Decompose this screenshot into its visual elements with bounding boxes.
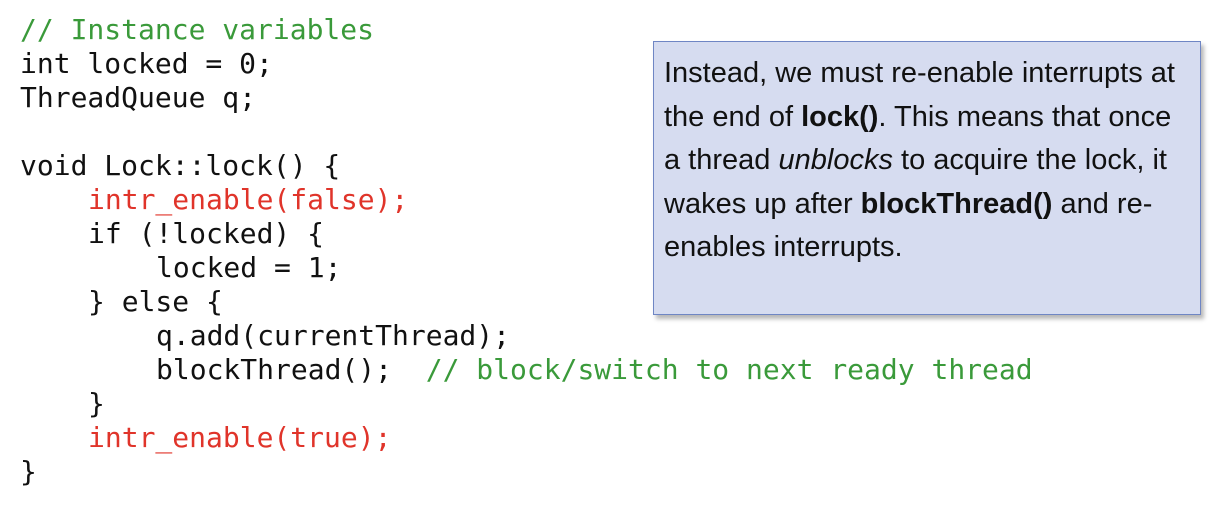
callout-box: Instead, we must re-enable interrupts at… (653, 41, 1201, 315)
code-comment-block-switch: // block/switch to next ready thread (425, 353, 1033, 386)
code-line-close-function: } (20, 455, 37, 488)
code-block-thread-call: blockThread(); (156, 353, 393, 386)
code-line-queue-add: q.add(currentThread); (156, 319, 511, 352)
callout-blockthread-function: blockThread() (860, 187, 1053, 220)
callout-lock-function: lock() (801, 100, 879, 133)
callout-unblocks-emphasis: unblocks (778, 144, 893, 176)
code-line-block-thread: blockThread(); // block/switch to next r… (20, 353, 1033, 387)
code-line-close-if: } (88, 387, 105, 420)
code-line-intr-enable-true: intr_enable(true); (88, 421, 392, 454)
